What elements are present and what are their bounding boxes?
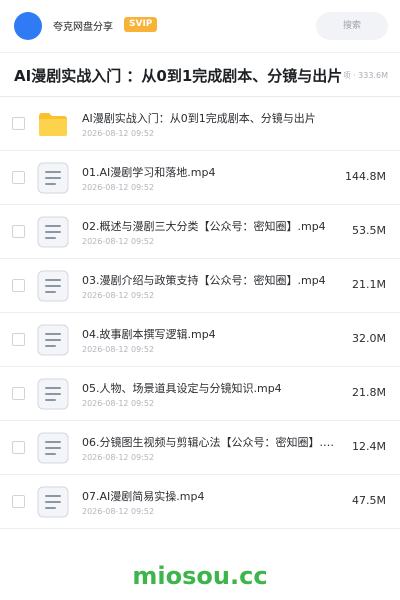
- file-size: 144.8M: [345, 170, 386, 183]
- file-date: 2026-08-12 09:52: [82, 507, 155, 516]
- folder-icon: [37, 108, 69, 140]
- document-icon: [37, 270, 69, 302]
- file-date: 2026-08-12 09:52: [82, 453, 155, 462]
- document-icon: [37, 162, 69, 194]
- file-name[interactable]: 05.人物、场景道具设定与分镜知识.mp4: [82, 380, 344, 396]
- file-list: AI漫剧实战入门：从0到1完成剧本、分镜与出片 2026-08-12 09:52 0…: [0, 96, 400, 529]
- document-icon: [37, 432, 69, 464]
- avatar[interactable]: [14, 12, 42, 40]
- folder-header: 9 项 · 333.6M AI漫剧实战入门 ：从0到1完成剧本、分镜与出片: [0, 52, 400, 96]
- row-checkbox[interactable]: [12, 333, 25, 346]
- file-name[interactable]: 04.故事剧本撰写逻辑.mp4: [82, 326, 344, 342]
- file-name[interactable]: 02.概述与漫剧三大分类【公众号：密知圈】.mp4: [82, 218, 344, 234]
- list-item[interactable]: 07.AI漫剧简易实操.mp4 2026-08-12 09:52 47.5M: [0, 475, 400, 529]
- list-item[interactable]: AI漫剧实战入门：从0到1完成剧本、分镜与出片 2026-08-12 09:52: [0, 97, 400, 151]
- list-item[interactable]: 06.分镜图生视频与剪辑心法【公众号：密知圈】.mp4 2026-08-12 09…: [0, 421, 400, 475]
- row-checkbox[interactable]: [12, 495, 25, 508]
- list-item[interactable]: 04.故事剧本撰写逻辑.mp4 2026-08-12 09:52 32.0M: [0, 313, 400, 367]
- file-size: 32.0M: [352, 332, 386, 345]
- file-name[interactable]: AI漫剧实战入门：从0到1完成剧本、分镜与出片: [82, 110, 344, 126]
- top-bar: 夸克网盘分享 SVIP 搜索: [0, 0, 400, 52]
- row-checkbox[interactable]: [12, 441, 25, 454]
- file-date: 2026-08-12 09:52: [82, 129, 155, 138]
- list-item[interactable]: 02.概述与漫剧三大分类【公众号：密知圈】.mp4 2026-08-12 09:5…: [0, 205, 400, 259]
- file-date: 2026-08-12 09:52: [82, 183, 155, 192]
- file-name[interactable]: 03.漫剧介绍与政策支持【公众号：密知圈】.mp4: [82, 272, 344, 288]
- page-title: AI漫剧实战入门 ：从0到1完成剧本、分镜与出片: [14, 65, 345, 86]
- file-size: 21.1M: [352, 278, 386, 291]
- file-date: 2026-08-12 09:52: [82, 345, 155, 354]
- row-checkbox[interactable]: [12, 171, 25, 184]
- row-checkbox[interactable]: [12, 225, 25, 238]
- file-name[interactable]: 01.AI漫剧学习和落地.mp4: [82, 164, 344, 180]
- file-size: 47.5M: [352, 494, 386, 507]
- row-checkbox[interactable]: [12, 279, 25, 292]
- file-date: 2026-08-12 09:52: [82, 237, 155, 246]
- file-date: 2026-08-12 09:52: [82, 291, 155, 300]
- document-icon: [37, 486, 69, 518]
- svip-badge: SVIP: [124, 17, 158, 32]
- file-name[interactable]: 06.分镜图生视频与剪辑心法【公众号：密知圈】.mp4: [82, 434, 344, 450]
- file-size: 21.8M: [352, 386, 386, 399]
- document-icon: [37, 324, 69, 356]
- file-name[interactable]: 07.AI漫剧简易实操.mp4: [82, 488, 344, 504]
- search-input[interactable]: 搜索: [316, 12, 388, 40]
- user-name[interactable]: 夸克网盘分享: [53, 18, 113, 33]
- document-icon: [37, 216, 69, 248]
- row-checkbox[interactable]: [12, 117, 25, 130]
- file-date: 2026-08-12 09:52: [82, 399, 155, 408]
- list-item[interactable]: 01.AI漫剧学习和落地.mp4 2026-08-12 09:52 144.8M: [0, 151, 400, 205]
- row-checkbox[interactable]: [12, 387, 25, 400]
- list-item[interactable]: 05.人物、场景道具设定与分镜知识.mp4 2026-08-12 09:52 21.…: [0, 367, 400, 421]
- list-item[interactable]: 03.漫剧介绍与政策支持【公众号：密知圈】.mp4 2026-08-12 09:5…: [0, 259, 400, 313]
- file-size: 53.5M: [352, 224, 386, 237]
- file-size: 12.4M: [352, 440, 386, 453]
- document-icon: [37, 378, 69, 410]
- watermark: miosou.cc: [132, 562, 268, 590]
